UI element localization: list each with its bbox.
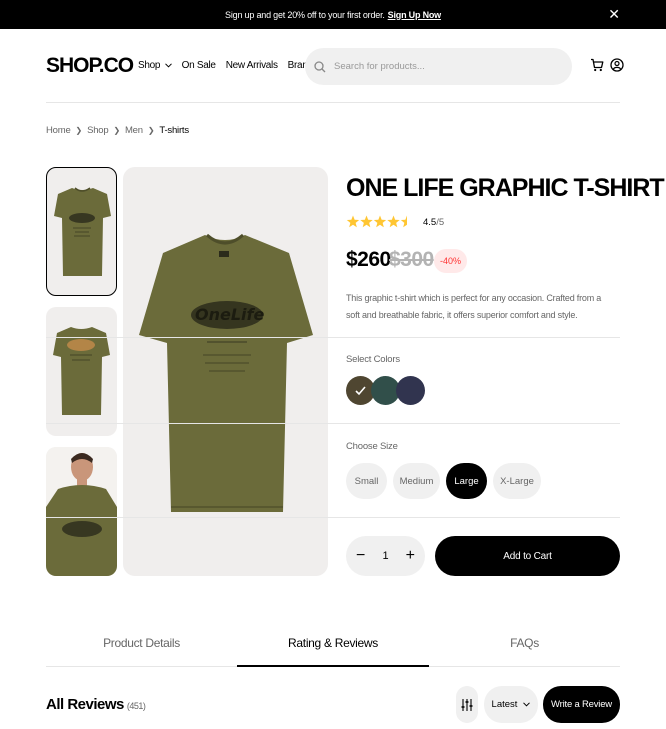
header-divider [46,102,620,103]
breadcrumb-shop[interactable]: Shop [87,125,109,136]
model-image [46,447,117,576]
nav-shop[interactable]: Shop [138,60,172,71]
close-icon[interactable]: ✕ [608,7,620,21]
plus-icon[interactable]: + [406,548,415,564]
current-price: $260 [346,248,391,271]
breadcrumb-home[interactable]: Home [46,125,71,136]
filter-icon [461,698,473,711]
logo[interactable]: SHOP.CO [46,54,134,78]
quantity-stepper: − 1 + [346,536,425,576]
star-icon [346,215,360,228]
size-label: Choose Size [346,441,398,452]
product-title: ONE LIFE GRAPHIC T-SHIRT [346,174,665,202]
tshirt-back-image [53,327,110,415]
star-icon [387,215,400,228]
main-nav: Shop On Sale New Arrivals Brands [138,60,318,71]
minus-icon[interactable]: − [356,548,365,564]
breadcrumb: Home ❯ Shop ❯ Men ❯ T-shirts [46,125,189,136]
star-icon [360,215,373,228]
reviews-title: All Reviews (451) [46,696,146,713]
size-x-large[interactable]: X-Large [493,463,541,499]
size-large[interactable]: Large [446,463,487,499]
header-icons [590,58,624,72]
colors-label: Select Colors [346,354,400,365]
nav-on-sale[interactable]: On Sale [182,60,216,71]
star-icon [400,215,407,228]
svg-text:OneLife: OneLife [195,305,264,324]
original-price: $300 [389,248,434,271]
tab-rating-reviews[interactable]: Rating & Reviews [237,636,429,650]
thumbnail-back[interactable] [46,307,117,436]
search-bar[interactable] [305,48,572,85]
chevron-down-icon [164,63,172,68]
product-rating: 4.5/5 [346,215,444,229]
thumbnail-front[interactable] [46,167,117,296]
tshirt-main-image: OneLife [139,233,313,512]
reviews-count: (451) [126,701,146,711]
star-icon [373,215,387,228]
search-input[interactable] [332,60,552,73]
chevron-right-icon: ❯ [113,126,120,135]
sort-dropdown[interactable]: Latest [484,686,538,723]
size-small[interactable]: Small [346,463,387,499]
account-icon[interactable] [610,58,624,72]
nav-shop-label: Shop [138,60,161,71]
chevron-down-icon [523,702,531,707]
divider [46,517,620,518]
rating-text: 4.5/5 [423,217,444,228]
sort-value: Latest [491,699,518,710]
divider [46,423,620,424]
divider [46,337,620,338]
rating-max: /5 [436,216,445,228]
tab-product-details[interactable]: Product Details [46,636,237,650]
color-swatch-navy[interactable] [396,376,425,405]
thumbnail-model[interactable] [46,447,117,576]
filter-button[interactable] [456,686,478,723]
tshirt-front-image [54,187,111,276]
sign-up-link[interactable]: Sign Up Now [388,10,441,20]
write-review-button[interactable]: Write a Review [543,686,620,723]
main-product-image: OneLife [123,167,328,576]
add-to-cart-button[interactable]: Add to Cart [435,536,620,576]
chevron-right-icon: ❯ [147,126,155,135]
chevron-right-icon: ❯ [75,126,83,135]
cart-icon[interactable] [590,58,604,72]
reviews-title-text: All Reviews [46,696,124,713]
size-medium[interactable]: Medium [393,463,440,499]
active-tab-indicator [237,665,429,667]
breadcrumb-tshirts: T-shirts [159,125,189,136]
discount-badge: -40% [434,249,467,273]
rating-value: 4.5 [423,216,437,228]
quantity-value: 1 [382,550,389,562]
search-icon [314,60,326,72]
tab-faqs[interactable]: FAQs [429,636,620,650]
breadcrumb-men[interactable]: Men [125,125,143,136]
nav-new-arrivals[interactable]: New Arrivals [226,60,278,71]
product-description: This graphic t-shirt which is perfect fo… [346,293,602,320]
promo-text: Sign up and get 20% off to your first or… [225,9,385,20]
rating-stars [346,215,407,228]
promo-banner: Sign up and get 20% off to your first or… [0,0,666,29]
